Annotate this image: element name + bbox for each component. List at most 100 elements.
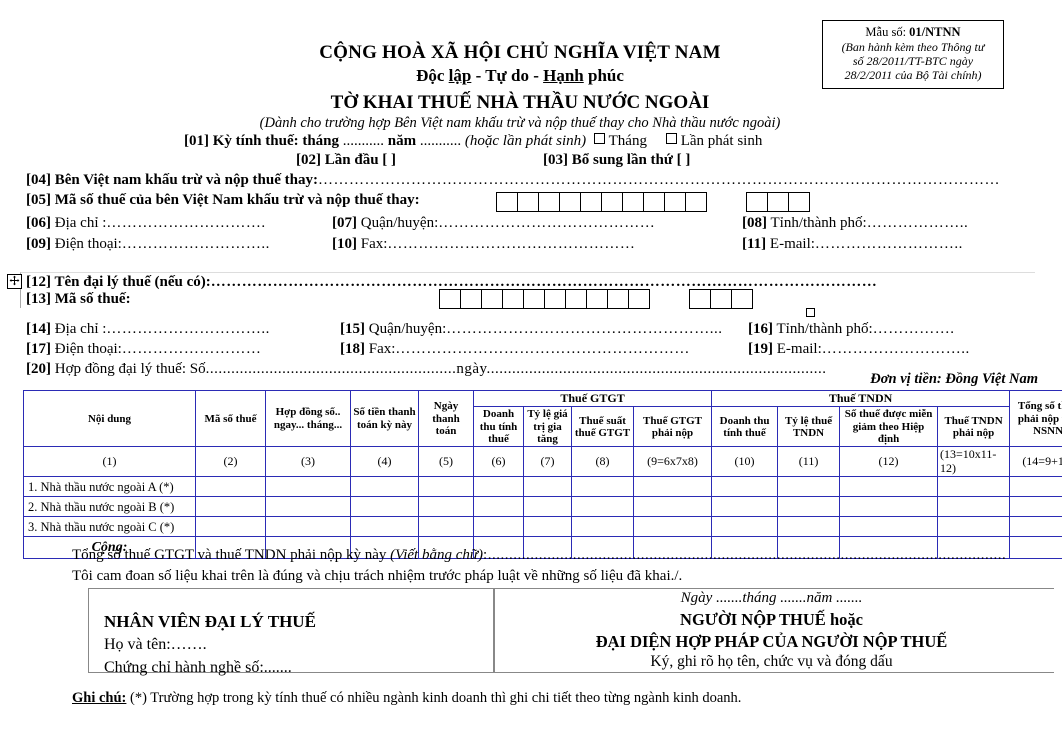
cell-c-13[interactable] [937,516,1011,538]
tax-agent-taxcode-cell[interactable] [481,289,503,309]
cell-c-11[interactable] [777,516,841,538]
cell-c-4[interactable] [350,516,419,538]
vietnamese-party-taxcode-cell[interactable] [622,192,644,212]
footnote-text: (*) Trường hợp trong kỳ tính thuế có nhi… [126,690,742,706]
tax-agent-taxcode-cell[interactable] [439,289,461,309]
field-15-input[interactable]: ……………………………………………... [446,321,722,337]
vietnamese-party-taxcode-boxes[interactable] [496,192,810,212]
field-19-input[interactable]: ……………………….. [822,341,970,357]
tax-agent-taxcode-cell[interactable] [586,289,608,309]
vietnamese-party-taxcode-cell[interactable] [496,192,518,212]
cell-a-11[interactable] [777,476,841,498]
field-17-input[interactable]: ……………………… [122,341,262,357]
tax-period-year-dots[interactable]: ........... [420,133,461,149]
move-handle-icon[interactable] [7,274,22,289]
field-10-input[interactable]: ………………………………………… [387,236,635,252]
tax-agent-name-input[interactable]: …………………………………………………………………………………………………………… [211,274,878,290]
tax-agent-taxcode-cell[interactable] [689,289,711,309]
tax-agent-signature-content: NHÂN VIÊN ĐẠI LÝ THUẾ Họ và tên:……. Chứn… [104,610,316,680]
cell-b-11[interactable] [777,496,841,518]
field-16-input[interactable]: ……………. [873,321,955,337]
vietnamese-party-taxcode-cell[interactable] [580,192,602,212]
supplement-bracket[interactable]: [ ] [677,152,691,168]
cell-c-5[interactable] [418,516,474,538]
field-18-input[interactable]: ………………………………………………… [395,341,690,357]
tax-agent-taxcode-cell[interactable] [460,289,482,309]
vietnamese-party-taxcode-cell[interactable] [664,192,686,212]
cell-a-13[interactable] [937,476,1011,498]
tax-agent-taxcode-cell[interactable] [710,289,732,309]
cell-b-4[interactable] [350,496,419,518]
cell-a-12[interactable] [839,476,939,498]
vietnamese-party-taxcode-cell[interactable] [559,192,581,212]
tax-agent-taxcode-cell[interactable] [523,289,545,309]
col-header-tndn-payable: Thuế TNDN phải nộp [937,406,1011,448]
cell-a-4[interactable] [350,476,419,498]
cell-a-14[interactable] [1009,476,1062,498]
field-14-input[interactable]: ………………………….. [106,321,270,337]
vietnamese-party-taxcode-cell[interactable] [767,192,789,212]
field-08-input[interactable]: ……………….. [867,215,969,231]
cell-b-10[interactable] [711,496,779,518]
cell-a-6[interactable] [473,476,524,498]
vietnamese-party-taxcode-cell[interactable] [538,192,560,212]
tax-agent-taxcode-cell[interactable] [544,289,566,309]
cell-a-3[interactable] [265,476,351,498]
vietnamese-party-taxcode-cell[interactable] [685,192,707,212]
cell-b-6[interactable] [473,496,524,518]
cell-c-7[interactable] [523,516,572,538]
field-06-input[interactable]: …………………………. [106,215,265,231]
tax-agent-taxcode-boxes[interactable] [439,289,753,309]
cell-a-7[interactable] [523,476,572,498]
field-code-01: [01] [184,133,209,149]
cell-b-2[interactable] [195,496,266,518]
tax-agent-taxcode-cell[interactable] [607,289,629,309]
field-code-12: [12] [26,274,51,290]
cell-c-12[interactable] [839,516,939,538]
tax-period-month-dots[interactable]: ........... [343,133,384,149]
tax-agent-taxcode-cell[interactable] [502,289,524,309]
cell-a-8[interactable] [571,476,634,498]
vietnamese-party-taxcode-cell[interactable] [788,192,810,212]
cell-b-7[interactable] [523,496,572,518]
checkbox-occurrence[interactable] [665,133,677,144]
cell-c-9[interactable] [632,516,713,538]
cell-c-14[interactable] [1009,516,1062,538]
vietnamese-party-taxcode-cell[interactable] [643,192,665,212]
tax-agent-taxcode-cell[interactable] [565,289,587,309]
signature-date-field[interactable]: Ngày .......tháng .......năm ....... [494,589,1049,609]
cell-c-3[interactable] [265,516,351,538]
vietnamese-party-taxcode-cell[interactable] [746,192,768,212]
vietnamese-party-taxcode-cell[interactable] [601,192,623,212]
cell-a-2[interactable] [195,476,266,498]
field-07-input[interactable]: …………………………………… [438,215,655,231]
cell-c-6[interactable] [473,516,524,538]
tax-agent-certificate-field[interactable]: Chứng chỉ hành nghề số:....... [104,657,316,680]
total-in-words-label: Tổng số thuế GTGT và thuế TNDN phải nộp … [72,547,391,563]
checkbox-monthly[interactable] [593,133,605,144]
total-in-words-input[interactable]: :.......................................… [483,547,1006,563]
cell-c-2[interactable] [195,516,266,538]
vietnamese-party-taxcode-cell[interactable] [517,192,539,212]
field-09-input[interactable]: ……………………….. [122,236,270,252]
cell-a-5[interactable] [418,476,474,498]
cell-b-14[interactable] [1009,496,1062,518]
cell-b-3[interactable] [265,496,351,518]
cell-b-9[interactable] [632,496,713,518]
tax-agent-taxcode-cell[interactable] [628,289,650,309]
tax-period-label: Kỳ tính thuế: tháng [212,133,340,149]
cell-b-5[interactable] [418,496,474,518]
first-time-bracket[interactable]: [ ] [382,152,396,168]
vietnamese-party-input[interactable]: …………………………………………………………………………………………………………… [318,172,1000,188]
cell-c-8[interactable] [571,516,634,538]
field-11-input[interactable]: ……………………….. [815,236,963,252]
cell-b-12[interactable] [839,496,939,518]
cell-b-13[interactable] [937,496,1011,518]
cell-c-10[interactable] [711,516,779,538]
field-code-19: [19] [748,341,773,357]
tax-agent-taxcode-cell[interactable] [731,289,753,309]
cell-a-9[interactable] [632,476,713,498]
cell-b-8[interactable] [571,496,634,518]
cell-a-10[interactable] [711,476,779,498]
tax-agent-name-field[interactable]: Họ và tên:……. [104,634,316,657]
